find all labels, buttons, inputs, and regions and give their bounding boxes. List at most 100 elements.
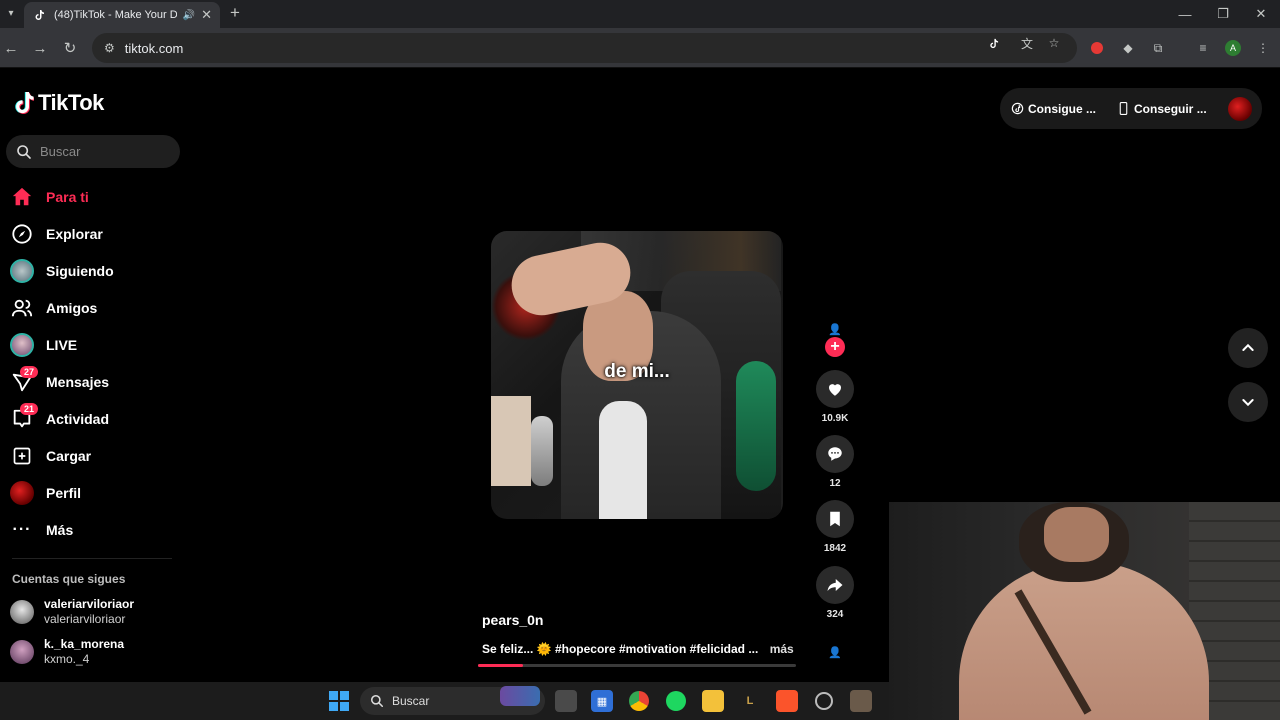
close-window-icon[interactable]: ✕ <box>1242 0 1280 28</box>
restore-window-icon[interactable]: ❐ <box>1204 0 1242 28</box>
sidebar-item-actividad[interactable]: 21 Actividad <box>8 400 183 437</box>
like-button[interactable]: 10.9K <box>815 370 855 424</box>
share-button[interactable]: 324 <box>815 566 855 620</box>
tiktok-logo[interactable]: TikTok <box>12 90 104 116</box>
tiktok-extension-icon[interactable] <box>985 35 1001 51</box>
sidebar-item-label: Cargar <box>46 447 92 464</box>
new-tab-button[interactable]: + <box>230 4 240 22</box>
author-avatar[interactable]: 👤 <box>815 320 855 338</box>
sidebar-item-label: Perfil <box>46 484 82 501</box>
file-explorer-icon[interactable] <box>702 690 724 712</box>
sidebar-item-label: Para ti <box>46 188 89 205</box>
close-tab-icon[interactable]: ✕ <box>201 7 212 23</box>
user-avatar[interactable] <box>1228 96 1252 121</box>
search-box[interactable] <box>6 135 180 168</box>
compass-icon <box>8 220 36 248</box>
sidebar-item-mas[interactable]: ··· Más <box>8 511 183 548</box>
league-icon[interactable]: L <box>739 690 761 712</box>
sidebar-divider <box>12 558 172 559</box>
task-view-icon[interactable] <box>555 690 577 712</box>
search-icon <box>17 144 31 159</box>
get-app-button[interactable]: Conseguir ... <box>1116 102 1207 116</box>
search-input[interactable] <box>40 144 170 159</box>
sidebar-item-mensajes[interactable]: 27 Mensajes <box>8 363 183 400</box>
sidebar-item-label: Más <box>46 521 74 538</box>
back-icon[interactable]: ← <box>2 39 20 57</box>
sidebar-item-live[interactable]: LIVE <box>8 326 183 363</box>
top-right-actions: Consigue ... Conseguir ... <box>1000 88 1262 129</box>
bookmark-star-icon[interactable]: ☆ <box>1046 35 1062 51</box>
save-count: 1842 <box>823 543 847 554</box>
taskbar-search-label: Buscar <box>392 694 430 708</box>
browser-tab[interactable]: (48)TikTok - Make Your Day 🔊 ✕ <box>24 2 220 28</box>
webcam-person-face <box>1044 507 1109 562</box>
sidebar-item-amigos[interactable]: Amigos <box>8 289 183 326</box>
sidebar-item-label: LIVE <box>46 336 78 353</box>
webcam-person-body <box>959 562 1209 720</box>
app-window-icon[interactable] <box>850 690 872 712</box>
video-player[interactable]: de mi... <box>491 231 783 519</box>
more-link[interactable]: más <box>770 642 794 656</box>
sidebar-item-label: Siguiendo <box>46 262 114 279</box>
following-account[interactable]: k._ka_morena kxmo._4 <box>10 637 180 667</box>
sidebar-item-para-ti[interactable]: Para ti <box>8 178 183 215</box>
shield-extension-icon[interactable] <box>1088 39 1106 57</box>
app-icon[interactable] <box>813 690 835 712</box>
sidebar-item-perfil[interactable]: Perfil <box>8 474 183 511</box>
get-app-label: Conseguir ... <box>1134 101 1207 116</box>
video-description: Se feliz... 🌞 #hopecore #motivation #fel… <box>482 642 794 656</box>
video-frame-sign <box>491 396 531 486</box>
avatar <box>10 600 34 624</box>
chrome-icon[interactable] <box>628 690 650 712</box>
chevron-up-icon <box>1242 343 1254 351</box>
browser-menu-icon[interactable]: ⋮ <box>1254 39 1272 57</box>
minimize-window-icon[interactable]: — <box>1166 0 1204 28</box>
store-icon[interactable]: ▦ <box>591 690 613 712</box>
sidebar-item-explorar[interactable]: Explorar <box>8 215 183 252</box>
url-text: tiktok.com <box>124 40 184 56</box>
phone-icon <box>1116 102 1130 116</box>
search-highlight-image <box>500 686 540 706</box>
comment-count: 12 <box>829 478 841 489</box>
spotify-icon[interactable] <box>665 690 687 712</box>
coin-icon <box>1010 102 1024 116</box>
windows-start-icon[interactable] <box>328 690 350 712</box>
reload-icon[interactable]: ↻ <box>61 39 79 57</box>
get-coins-button[interactable]: Consigue ... <box>1010 102 1096 116</box>
previous-video-button[interactable] <box>1228 328 1268 368</box>
tab-search-chevron-icon[interactable]: ▾ <box>2 4 20 22</box>
profile-avatar[interactable]: A <box>1224 39 1242 57</box>
brand-wordmark: TikTok <box>38 90 104 115</box>
video-frame-shirt <box>599 401 647 519</box>
browser-tab-strip: ▾ (48)TikTok - Make Your Day 🔊 ✕ + — ❐ ✕ <box>0 0 1280 28</box>
windows-taskbar: Buscar ▦ L <box>0 682 889 720</box>
author-avatar-icon: 👤 <box>828 324 842 336</box>
comment-button[interactable]: 12 <box>815 435 855 489</box>
plus-icon: + <box>825 337 845 357</box>
video-frame-microphone <box>531 416 553 486</box>
video-progress-bar[interactable] <box>478 664 796 667</box>
save-button[interactable]: 1842 <box>815 500 855 554</box>
following-account[interactable]: valeriarviloriaor valeriarviloriaor <box>10 597 180 627</box>
sidebar-item-cargar[interactable]: Cargar <box>8 437 183 474</box>
audio-playing-icon[interactable]: 🔊 <box>183 10 195 21</box>
music-avatar[interactable]: 👤 <box>815 643 855 661</box>
sidebar-item-siguiendo[interactable]: Siguiendo <box>8 252 183 289</box>
site-info-icon[interactable]: ⚙ <box>104 41 115 55</box>
extensions-puzzle-icon[interactable]: ⧉ <box>1149 39 1167 57</box>
video-author[interactable]: pears_0n <box>482 612 543 628</box>
next-video-button[interactable] <box>1228 382 1268 422</box>
get-coins-label: Consigue ... <box>1028 101 1097 116</box>
avatar <box>10 640 34 664</box>
messages-badge: 27 <box>20 365 39 378</box>
diamond-extension-icon[interactable]: ◆ <box>1119 39 1137 57</box>
live-avatar-icon <box>8 331 36 359</box>
address-bar[interactable]: ⚙ tiktok.com <box>92 33 1077 63</box>
music-avatar-icon: 👤 <box>828 647 842 659</box>
follow-button[interactable]: + <box>815 337 855 357</box>
brave-icon[interactable] <box>776 690 798 712</box>
forward-icon[interactable]: → <box>31 39 49 57</box>
following-name: valeriarviloriaor <box>44 612 126 626</box>
translate-icon[interactable]: 文 <box>1019 35 1035 51</box>
media-controls-icon[interactable]: ≡ <box>1194 39 1212 57</box>
